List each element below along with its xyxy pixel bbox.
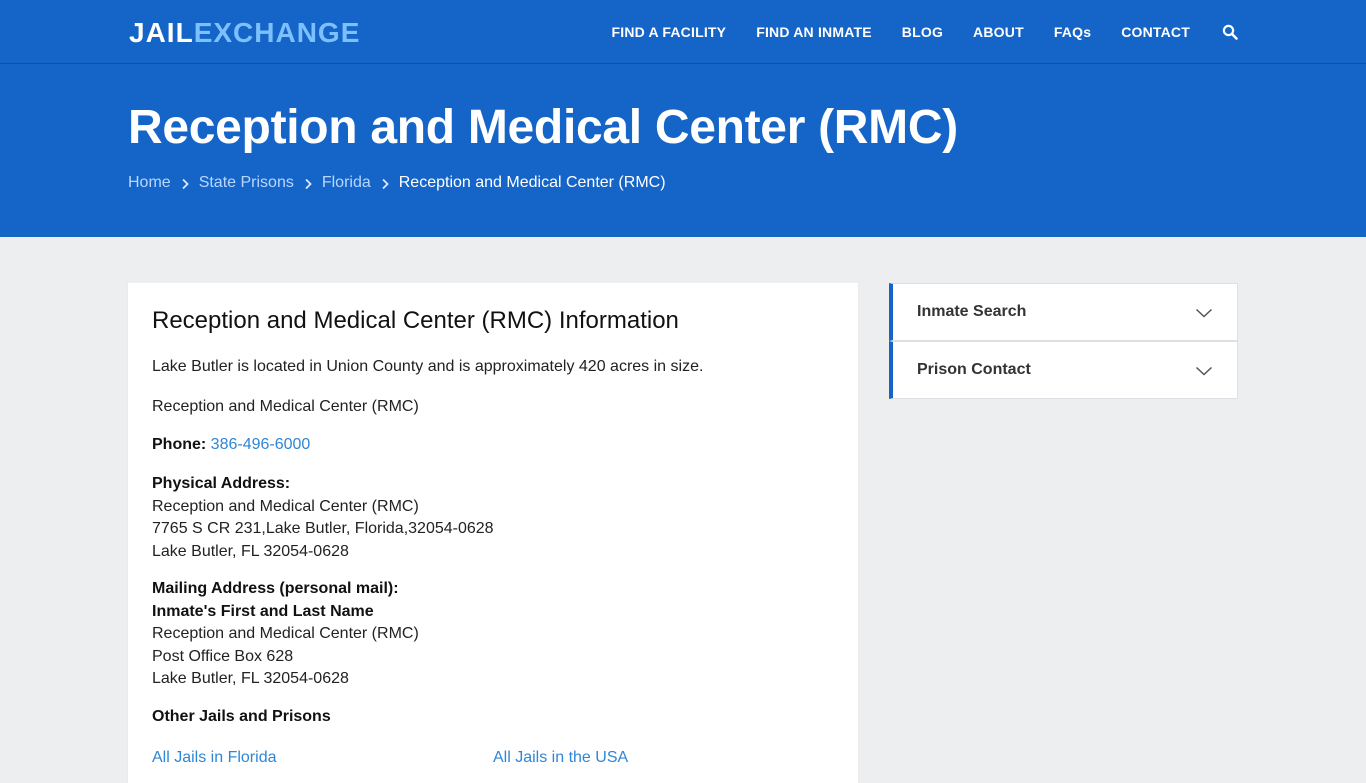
logo-text-jail: JAIL [129, 17, 194, 48]
nav-faqs[interactable]: FAQs [1054, 24, 1091, 40]
nav-blog[interactable]: BLOG [902, 24, 943, 40]
phone-link[interactable]: 386-496-6000 [211, 436, 311, 453]
facility-name: Reception and Medical Center (RMC) [152, 398, 419, 415]
mailing-address: Mailing Address (personal mail): Inmate'… [152, 578, 419, 691]
nav-find-facility[interactable]: FIND A FACILITY [611, 24, 726, 40]
search-icon[interactable] [1222, 24, 1238, 40]
accordion-prison-contact[interactable]: Prison Contact [889, 341, 1238, 399]
facility-info-card: Reception and Medical Center (RMC) Infor… [128, 283, 858, 783]
phone-row: Phone: 386-496-6000 [152, 434, 310, 457]
link-all-jails-usa[interactable]: All Jails in the USA [493, 749, 628, 767]
physical-line: 7765 S CR 231,Lake Butler, Florida,32054… [152, 520, 494, 537]
other-jails-heading-text: Other Jails and Prisons [152, 708, 331, 725]
top-navbar: JAILEXCHANGE FIND A FACILITY FIND AN INM… [0, 0, 1366, 64]
physical-line: Reception and Medical Center (RMC) [152, 497, 419, 515]
page-hero: Reception and Medical Center (RMC) Home … [0, 64, 1366, 237]
accordion-label: Prison Contact [917, 361, 1031, 378]
breadcrumb-current: Reception and Medical Center (RMC) [398, 174, 666, 191]
nav-about[interactable]: ABOUT [973, 24, 1024, 40]
chevron-right-icon [303, 177, 313, 190]
phone-label: Phone: [152, 436, 207, 453]
nav-find-inmate[interactable]: FIND AN INMATE [756, 24, 872, 40]
mailing-line: Post Office Box 628 [152, 647, 294, 665]
physical-address: Physical Address: Reception and Medical … [152, 473, 494, 563]
page-title: Reception and Medical Center (RMC) [128, 101, 958, 154]
physical-address-label: Physical Address: [152, 475, 291, 492]
accordion-inmate-search[interactable]: Inmate Search [889, 283, 1238, 341]
chevron-right-icon [180, 177, 190, 190]
mailing-line: Reception and Medical Center (RMC) [152, 625, 419, 642]
intro-text: Lake Butler is located in Union County a… [152, 358, 704, 375]
physical-line: Lake Butler, FL 32054-0628 [152, 542, 349, 560]
logo-text-exchange: EXCHANGE [193, 17, 361, 48]
breadcrumb: Home State Prisons Florida Reception and… [128, 174, 666, 192]
section-heading: Reception and Medical Center (RMC) Infor… [152, 307, 679, 334]
other-jails-heading: Other Jails and Prisons [152, 706, 331, 729]
breadcrumb-home[interactable]: Home [128, 174, 171, 192]
mailing-name: Inmate's First and Last Name [152, 602, 374, 620]
chevron-right-icon [380, 177, 390, 190]
chevron-down-icon [1195, 364, 1213, 376]
main-nav: FIND A FACILITY FIND AN INMATE BLOG ABOU… [581, 0, 1238, 64]
breadcrumb-state-prisons[interactable]: State Prisons [199, 174, 294, 192]
chevron-down-icon [1195, 306, 1213, 318]
site-logo[interactable]: JAILEXCHANGE [129, 16, 360, 50]
mailing-line: Lake Butler, FL 32054-0628 [152, 670, 349, 687]
nav-contact[interactable]: CONTACT [1121, 24, 1190, 40]
accordion-label: Inmate Search [917, 303, 1027, 320]
link-all-jails-florida[interactable]: All Jails in Florida [152, 749, 276, 767]
mailing-address-label: Mailing Address (personal mail): [152, 580, 399, 597]
breadcrumb-florida[interactable]: Florida [322, 174, 371, 192]
